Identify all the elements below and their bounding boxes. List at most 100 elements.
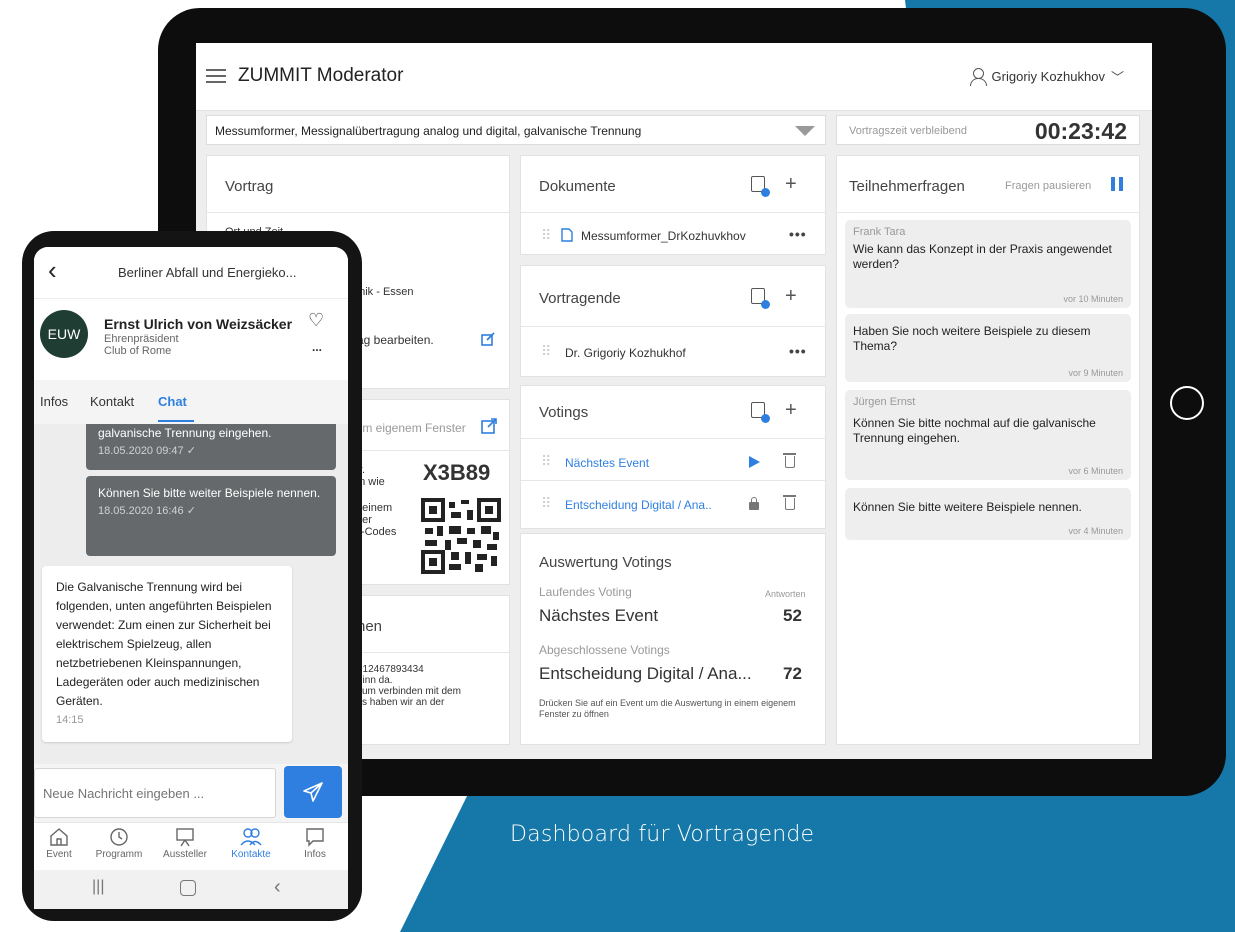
tab-chat[interactable]: Chat — [158, 394, 187, 409]
nav-programm[interactable]: Programm — [88, 827, 150, 860]
question-card[interactable]: Frank Tara Wie kann das Konzept in der P… — [845, 220, 1131, 308]
dokumente-card: Dokumente + ⠿ Messumformer_DrKozhuvkhov … — [520, 155, 827, 255]
divider — [521, 480, 827, 481]
back-icon[interactable]: ‹ — [48, 257, 57, 283]
running-voting-link[interactable]: Nächstes Event — [539, 606, 658, 626]
heart-icon[interactable]: ♡ — [308, 310, 324, 331]
dropdown-caret-icon — [795, 126, 815, 136]
nav-aussteller[interactable]: Aussteller — [154, 827, 216, 860]
window-link[interactable]: Im eigenem Fenster — [359, 422, 466, 435]
message-input[interactable] — [34, 768, 276, 818]
edit-icon[interactable] — [481, 332, 495, 346]
phone-header: ‹ Berliner Abfall und Energieko... — [34, 247, 348, 299]
drag-handle-icon[interactable]: ⠿ — [541, 496, 551, 510]
running-label: Laufendes Voting — [539, 585, 632, 599]
home-system-icon[interactable] — [180, 880, 196, 896]
menu-icon[interactable] — [206, 69, 226, 83]
tablet-home-button[interactable] — [1170, 386, 1204, 420]
timer-box: Vortragszeit verbleibend 00:23:42 — [836, 115, 1140, 145]
divider — [521, 438, 827, 439]
votings-title: Votings — [539, 404, 589, 421]
divider — [207, 212, 511, 213]
drag-handle-icon[interactable]: ⠿ — [541, 228, 551, 242]
message-composer — [34, 764, 348, 822]
pause-icon[interactable] — [1119, 177, 1123, 191]
voting-item[interactable]: Nächstes Event — [565, 456, 649, 470]
tab-infos[interactable]: Infos — [40, 394, 68, 409]
user-menu[interactable]: Grigoriy Kozhukhov ﹀ — [969, 67, 1124, 86]
question-text: Können Sie bitte weitere Beispiele nenne… — [853, 500, 1082, 514]
auswertung-card: Auswertung Votings Laufendes Voting Antw… — [520, 533, 826, 745]
question-author: Frank Tara — [853, 226, 906, 238]
pause-questions-button[interactable]: Fragen pausieren — [1005, 180, 1091, 193]
chat-bubble-icon — [306, 828, 324, 847]
topic-select[interactable]: Messumformer, Messignalübertragung analo… — [206, 115, 826, 145]
contact-name: Ernst Ulrich von Weizsäcker — [104, 316, 293, 332]
pause-icon[interactable] — [1111, 177, 1115, 191]
divider — [521, 212, 827, 213]
avatar: EUW — [40, 310, 88, 358]
caption-text: Dashboard für Vortragende — [510, 822, 815, 847]
contacts-icon — [240, 828, 262, 846]
info-partial-3: cs haben wir an der — [357, 697, 445, 708]
presentation-icon — [176, 828, 194, 847]
recent-apps-icon[interactable]: ||| — [92, 878, 104, 896]
timer-label: Vortragszeit verbleibend — [849, 125, 968, 137]
more-icon[interactable]: ••• — [789, 226, 807, 242]
question-card[interactable]: Können Sie bitte weitere Beispiele nenne… — [845, 488, 1131, 540]
divider — [521, 326, 827, 327]
nav-infos[interactable]: Infos — [284, 827, 346, 860]
more-icon[interactable]: ••• — [789, 343, 807, 359]
home-icon — [50, 828, 68, 846]
clock-icon — [110, 828, 128, 846]
questions-card: Teilnehmerfragen Fragen pausieren Frank … — [836, 155, 1141, 745]
chat-area[interactable]: galvanische Trennung eingehen. 18.05.202… — [34, 424, 348, 764]
message-text: Die Galvanische Trennung wird bei folgen… — [56, 580, 272, 708]
system-nav-bar: ||| ‹ — [34, 870, 348, 909]
trash-icon[interactable] — [783, 495, 796, 510]
drag-handle-icon[interactable]: ⠿ — [541, 344, 551, 358]
phone-screen: ‹ Berliner Abfall und Energieko... EUW E… — [34, 247, 348, 909]
session-code: X3B89 — [423, 460, 491, 485]
add-icon[interactable]: + — [785, 286, 797, 306]
more-icon[interactable]: ... — [312, 340, 322, 354]
vortragende-card: Vortragende + ⠿ Dr. Grigoriy Kozhukhof •… — [520, 265, 827, 377]
drag-handle-icon[interactable]: ⠿ — [541, 454, 551, 468]
question-card[interactable]: Haben Sie noch weitere Beispiele zu dies… — [845, 314, 1131, 382]
vortrag-edit-link[interactable]: rag bearbeiten. — [353, 334, 434, 347]
chat-message-sent: galvanische Trennung eingehen. 18.05.202… — [86, 424, 336, 470]
closed-voting-link[interactable]: Entscheidung Digital / Ana... — [539, 664, 752, 684]
back-system-icon[interactable]: ‹ — [274, 876, 281, 899]
upload-document-icon[interactable] — [751, 288, 770, 309]
add-icon[interactable]: + — [785, 400, 797, 420]
qr-code-icon — [421, 498, 501, 574]
nav-event[interactable]: Event — [34, 827, 90, 860]
document-name[interactable]: Messumformer_DrKozhuvkhov — [581, 229, 746, 243]
speaker-name[interactable]: Dr. Grigoriy Kozhukhof — [565, 346, 686, 360]
voting-item[interactable]: Entscheidung Digital / Ana.. — [565, 498, 712, 512]
phone-header-title: Berliner Abfall und Energieko... — [118, 265, 297, 280]
topic-value: Messumformer, Messignalübertragung analo… — [215, 124, 642, 138]
trash-icon[interactable] — [783, 453, 796, 468]
upload-document-icon[interactable] — [751, 176, 770, 197]
send-icon — [303, 782, 323, 802]
contact-profile: EUW Ernst Ulrich von Weizsäcker Ehrenprä… — [34, 300, 348, 380]
contact-tabs: Infos Kontakt Chat — [34, 380, 348, 424]
external-window-icon[interactable] — [481, 418, 497, 434]
tab-kontakt[interactable]: Kontakt — [90, 394, 134, 409]
question-card[interactable]: Jürgen Ernst Können Sie bitte nochmal au… — [845, 390, 1131, 480]
chat-message-sent: Können Sie bitte weiter Beispiele nennen… — [86, 476, 336, 556]
vortragende-title: Vortragende — [539, 290, 621, 307]
votings-card: Votings + ⠿ Nächstes Event ⠿ Entscheidun… — [520, 385, 827, 529]
add-icon[interactable]: + — [785, 174, 797, 194]
question-time: vor 6 Minuten — [1068, 466, 1123, 476]
divider — [837, 212, 1141, 213]
send-button[interactable] — [284, 766, 342, 818]
nav-kontakte[interactable]: Kontakte — [220, 827, 282, 860]
chat-message-received: Die Galvanische Trennung wird bei folgen… — [42, 566, 292, 742]
upload-document-icon[interactable] — [751, 402, 770, 423]
question-time: vor 4 Minuten — [1068, 526, 1123, 536]
play-icon[interactable] — [749, 456, 760, 468]
message-text: Können Sie bitte weiter Beispiele nennen… — [98, 486, 321, 500]
question-text: Haben Sie noch weitere Beispiele zu dies… — [853, 324, 1091, 353]
